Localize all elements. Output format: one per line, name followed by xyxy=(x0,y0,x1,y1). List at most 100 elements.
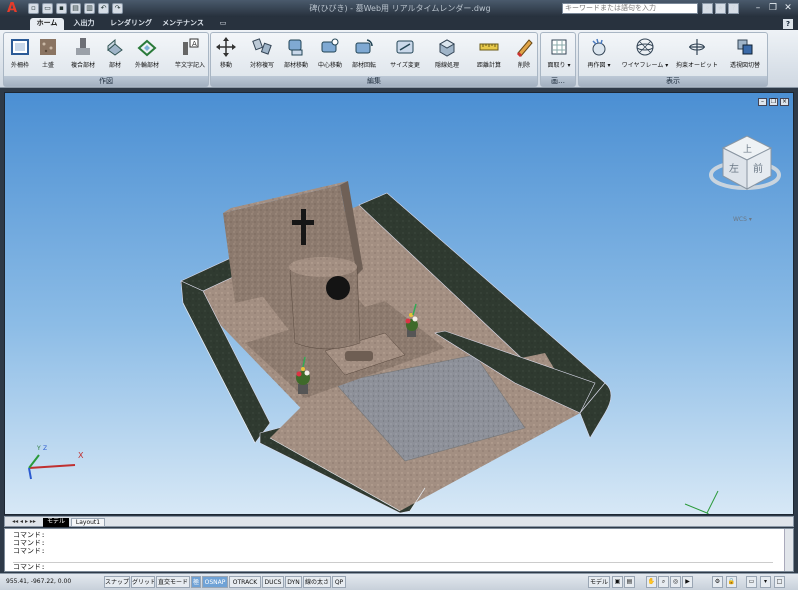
ortho-toggle[interactable]: 直交モード xyxy=(156,576,190,588)
viewcube-left-label: 左 xyxy=(729,162,739,175)
perspective-toggle-button[interactable]: 透視図切替 xyxy=(723,36,767,76)
text-write-button[interactable]: A 竿文字記入 xyxy=(172,36,208,76)
center-move-button[interactable]: 中心移動 xyxy=(315,36,345,76)
delete-button[interactable]: 削除 xyxy=(511,36,537,76)
command-input[interactable]: コマンド: xyxy=(13,562,773,571)
axis-tripod-icon xyxy=(684,490,719,514)
clean-screen-icon[interactable]: □ xyxy=(774,576,785,588)
viewcube: 上 左 前 WCS ▾ xyxy=(709,135,781,223)
autocad-logo[interactable]: A xyxy=(3,2,21,15)
viewport-close-button[interactable]: × xyxy=(780,98,789,106)
ribbon-help-button[interactable]: ? xyxy=(783,19,793,29)
model-space-button[interactable]: モデル xyxy=(588,576,610,588)
panel-display: 再作図 ▾ ワイヤフレーム ▾ 拘束オービット 透視図切替 表示 xyxy=(578,32,768,87)
minimize-button[interactable]: – xyxy=(752,3,764,14)
outer-fence-button[interactable]: 外柵枠 xyxy=(5,36,35,76)
tab-home[interactable]: ホーム xyxy=(30,18,64,30)
saveas-icon[interactable]: ▤ xyxy=(70,3,81,14)
lineweight-toggle[interactable]: 線の太さ xyxy=(303,576,331,588)
window-buttons: – ❐ ✕ xyxy=(752,3,794,14)
options-icon[interactable]: ▾ xyxy=(760,576,771,588)
tab-model[interactable]: モデル xyxy=(43,518,69,527)
cross-horizontal xyxy=(292,220,314,225)
workspace-icon[interactable]: ⚙ xyxy=(712,576,723,588)
panel-draw: 外柵枠 土盛 複合部材 部材 外輪部材 A 竿文字記入 作図 xyxy=(3,32,209,87)
resize-icon xyxy=(396,40,414,54)
polar-toggle[interactable]: 極 xyxy=(191,576,201,588)
help-icon[interactable]: ? xyxy=(728,3,739,14)
member-rotate-icon xyxy=(355,39,373,54)
redo-icon[interactable]: ↷ xyxy=(112,3,123,14)
soil-icon xyxy=(40,39,56,55)
viewport-restore-button[interactable]: ❐ xyxy=(769,98,778,106)
mirror-copy-button[interactable]: 対称複写 xyxy=(247,36,277,76)
snap-toggle[interactable]: スナップ xyxy=(104,576,130,588)
member-button[interactable]: 部材 xyxy=(100,36,130,76)
constrained-orbit-button[interactable]: 拘束オービット xyxy=(675,36,719,76)
quick-view-icon[interactable]: ▤ xyxy=(624,576,635,588)
distance-calc-button[interactable]: 距離計算 xyxy=(471,36,507,76)
otrack-toggle[interactable]: OTRACK xyxy=(229,576,261,588)
tab-layout1[interactable]: Layout1 xyxy=(71,518,105,527)
soil-button[interactable]: 土盛 xyxy=(33,36,63,76)
chamfer-icon xyxy=(551,39,567,55)
viewcube-front-label: 前 xyxy=(753,162,763,175)
save-icon[interactable]: ▪ xyxy=(56,3,67,14)
command-scrollbar[interactable] xyxy=(784,529,793,571)
layout-nav-arrows[interactable]: ◂◂ ◂ ▸ ▸▸ xyxy=(7,518,41,527)
monitor-icon[interactable]: ▭ xyxy=(746,576,757,588)
ucs-y-label: Y xyxy=(36,445,41,452)
ribbon-tab-bar: ホーム 入出力 レンダリング メンテナンス ▭ xyxy=(0,17,798,30)
showmotion-icon[interactable]: ▶ xyxy=(682,576,693,588)
search-tools: ⌕ ★ ? xyxy=(702,3,739,14)
viewcube-top-label: 上 xyxy=(743,144,752,155)
panel-edit: 移動 対称複写 部材移動 中心移動 部材回転 サイズ変更 隠線処理 距離計算 削… xyxy=(210,32,538,87)
regen-button[interactable]: 再作図 ▾ xyxy=(581,36,617,76)
binoculars-icon[interactable]: ⌕ xyxy=(702,3,713,14)
svg-text:A: A xyxy=(192,40,197,48)
dyn-toggle[interactable]: DYN xyxy=(285,576,302,588)
new-icon[interactable]: ▫ xyxy=(28,3,39,14)
zoom-icon[interactable]: ⌕ xyxy=(658,576,669,588)
open-icon[interactable]: ▭ xyxy=(42,3,53,14)
command-line[interactable]: コマンド: コマンド: コマンド: コマンド: xyxy=(4,528,794,572)
osnap-toggle[interactable]: OSNAP xyxy=(202,576,228,588)
member-move-button[interactable]: 部材移動 xyxy=(281,36,311,76)
tab-maintenance[interactable]: メンテナンス xyxy=(160,18,206,30)
print-icon[interactable]: ▥ xyxy=(84,3,95,14)
member-rotate-button[interactable]: 部材回転 xyxy=(349,36,379,76)
outer-member-button[interactable]: 外輪部材 xyxy=(132,36,162,76)
undo-icon[interactable]: ↶ xyxy=(98,3,109,14)
cross-vertical xyxy=(301,209,306,245)
wireframe-button[interactable]: ワイヤフレーム ▾ xyxy=(619,36,671,76)
viewport-minimize-button[interactable]: – xyxy=(758,98,767,106)
tab-io[interactable]: 入出力 xyxy=(68,18,100,30)
chamfer-button[interactable]: 面取り ▾ xyxy=(543,36,575,76)
quick-access-toolbar: ▫ ▭ ▪ ▤ ▥ ↶ ↷ xyxy=(28,3,123,14)
tab-minimize-button[interactable]: ▭ xyxy=(216,18,230,30)
steering-wheel-icon[interactable]: ◎ xyxy=(670,576,681,588)
ducs-toggle[interactable]: DUCS xyxy=(262,576,284,588)
window-title: 碑(ひびき) - 墓Web用 リアルタイムレンダー.dwg xyxy=(309,4,491,13)
resize-button[interactable]: サイズ変更 xyxy=(387,36,423,76)
close-button[interactable]: ✕ xyxy=(782,3,794,14)
pan-icon[interactable]: ✋ xyxy=(646,576,657,588)
tab-rendering[interactable]: レンダリング xyxy=(108,18,154,30)
qp-toggle[interactable]: QP xyxy=(332,576,346,588)
composite-member-button[interactable]: 複合部材 xyxy=(68,36,98,76)
viewcube-wcs-menu[interactable]: WCS ▾ xyxy=(733,216,752,223)
move-button[interactable]: 移動 xyxy=(211,36,241,76)
orbit-icon xyxy=(689,39,705,55)
drawing-viewport[interactable]: X Y Z 上 左 前 WCS ▾ – ❐ × xyxy=(4,92,794,515)
monument-icon xyxy=(76,38,90,55)
star-icon[interactable]: ★ xyxy=(715,3,726,14)
lock-icon[interactable]: 🔒 xyxy=(726,576,737,588)
perspective-icon xyxy=(737,39,753,55)
restore-button[interactable]: ❐ xyxy=(767,3,779,14)
hidden-line-button[interactable]: 隠線処理 xyxy=(429,36,465,76)
search-input[interactable]: キーワードまたは語句を入力 xyxy=(562,3,698,14)
layout-icon[interactable]: ▣ xyxy=(612,576,623,588)
member-icon xyxy=(107,38,123,56)
title-bar: A ▫ ▭ ▪ ▤ ▥ ↶ ↷ 碑(ひびき) - 墓Web用 リアルタイムレンダ… xyxy=(0,0,798,17)
grid-toggle[interactable]: グリッド xyxy=(131,576,155,588)
